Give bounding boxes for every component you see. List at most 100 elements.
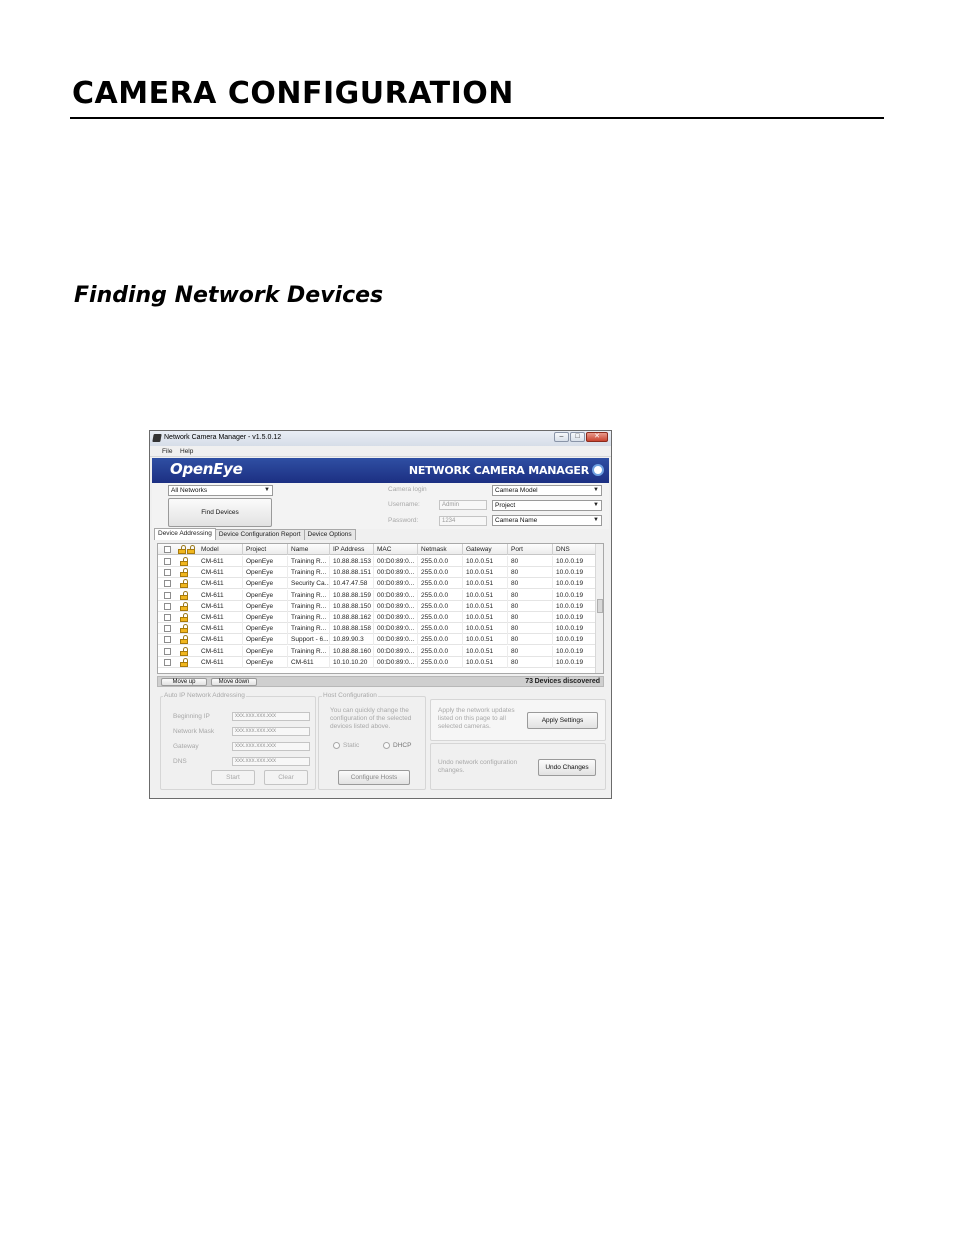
table-cell: 10.0.0.19 [553, 634, 596, 646]
table-cell: 10.0.0.19 [553, 645, 596, 657]
table-scrollbar[interactable] [595, 544, 603, 673]
table-cell: 255.0.0.0 [418, 656, 463, 668]
table-row[interactable]: CM-611 OpenEye Training R... 10.88.88.158 00… [158, 623, 596, 635]
table-cell: 255.0.0.0 [418, 578, 463, 590]
camera-name-filter[interactable]: Camera Name ▼ [492, 515, 602, 526]
dns-input[interactable]: xxx.xxx.xxx.xxx [232, 757, 310, 766]
column-header[interactable]: MAC [374, 544, 418, 555]
chevron-down-icon: ▼ [593, 487, 599, 493]
apply-settings-button[interactable]: Apply Settings [527, 712, 598, 729]
gateway-input[interactable]: xxx.xxx.xxx.xxx [232, 742, 310, 751]
column-header[interactable]: Name [288, 544, 330, 555]
table-cell: CM-611 [288, 656, 330, 668]
table-cell: 10.10.10.20 [330, 656, 374, 668]
table-cell: 10.0.0.51 [463, 600, 508, 612]
select-all-checkbox[interactable] [164, 546, 171, 553]
row-checkbox[interactable] [164, 658, 171, 666]
table-row[interactable]: CM-611 OpenEye Training R... 10.88.88.162 00… [158, 612, 596, 623]
row-checkbox[interactable] [164, 580, 171, 588]
table-cell: 10.0.0.19 [553, 623, 596, 635]
column-header[interactable]: Model [198, 544, 243, 555]
table-cell: OpenEye [243, 567, 288, 579]
project-filter[interactable]: Project ▼ [492, 500, 602, 511]
camera-login-label: Camera login [388, 486, 427, 493]
table-cell: 80 [508, 600, 553, 612]
row-checkbox[interactable] [164, 614, 171, 621]
password-field[interactable]: 1234 [439, 516, 487, 526]
scrollbar-thumb[interactable] [597, 599, 603, 613]
menu-help[interactable]: Help [180, 448, 193, 455]
table-cell: 80 [508, 567, 553, 579]
table-cell: 00:D0:89:0... [374, 645, 418, 657]
configure-hosts-button[interactable]: Configure Hosts [338, 770, 410, 785]
dhcp-radio[interactable] [383, 742, 390, 749]
device-table: Model Project Name IP Address MAC Netmask Gate… [157, 543, 604, 674]
host-config-title: Host Configuration [322, 692, 378, 699]
close-icon[interactable]: ✕ [586, 432, 608, 442]
column-header[interactable]: Gateway [463, 544, 508, 555]
table-cell: 255.0.0.0 [418, 589, 463, 601]
table-cell: 10.88.88.160 [330, 645, 374, 657]
table-row[interactable]: CM-611 OpenEye Training R... 10.88.88.151 00… [158, 567, 596, 579]
table-cell: CM-611 [198, 623, 243, 635]
table-cell: 10.88.88.153 [330, 556, 374, 567]
help-globe-icon[interactable] [592, 464, 604, 476]
row-checkbox[interactable] [164, 636, 171, 644]
row-checkbox[interactable] [164, 625, 171, 633]
undo-changes-button[interactable]: Undo Changes [538, 759, 596, 776]
column-header[interactable]: IP Address [330, 544, 374, 555]
move-down-button[interactable]: Move down [211, 678, 257, 686]
table-cell: 00:D0:89:0... [374, 600, 418, 612]
menu-bar: File Help [150, 446, 611, 457]
table-cell: 255.0.0.0 [418, 634, 463, 646]
table-row[interactable]: CM-611 OpenEye Support - 6... 10.89.90.3 00:… [158, 634, 596, 646]
table-cell: 10.0.0.51 [463, 556, 508, 567]
table-row[interactable]: CM-611 OpenEye Training R... 10.88.88.153 00… [158, 556, 596, 567]
column-header[interactable]: Port [508, 544, 553, 555]
table-cell: 00:D0:89:0... [374, 589, 418, 601]
table-cell: OpenEye [243, 645, 288, 657]
table-row[interactable]: CM-611 OpenEye CM-611 10.10.10.20 00:D0:89:0… [158, 656, 596, 668]
table-cell: 00:D0:89:0... [374, 556, 418, 567]
network-mask-label: Network Mask [173, 728, 215, 735]
menu-file[interactable]: File [162, 448, 172, 455]
window-title: Network Camera Manager - v1.5.0.12 [164, 434, 282, 441]
table-cell: CM-611 [198, 645, 243, 657]
static-radio[interactable] [333, 742, 340, 749]
column-header[interactable]: Netmask [418, 544, 463, 555]
network-mask-input[interactable]: xxx.xxx.xxx.xxx [232, 727, 310, 736]
username-field[interactable]: Admin [439, 500, 487, 510]
column-header[interactable]: Project [243, 544, 288, 555]
table-row[interactable]: CM-611 OpenEye Training R... 10.88.88.150 00… [158, 600, 596, 612]
camera-model-filter[interactable]: Camera Model ▼ [492, 485, 602, 496]
table-cell: 255.0.0.0 [418, 623, 463, 635]
minimize-icon[interactable]: – [554, 432, 569, 442]
dhcp-label: DHCP [393, 742, 412, 749]
move-up-button[interactable]: Move up [161, 678, 207, 686]
table-cell: 80 [508, 578, 553, 590]
tab-device-options[interactable]: Device Options [303, 529, 356, 540]
column-header[interactable]: DNS [553, 544, 596, 555]
network-select[interactable]: All Networks ▼ [168, 485, 273, 496]
find-devices-button[interactable]: Find Devices [168, 498, 272, 527]
table-row[interactable]: CM-611 OpenEye Training R... 10.88.88.159 00… [158, 589, 596, 601]
row-checkbox[interactable] [164, 602, 171, 610]
row-checkbox[interactable] [164, 591, 171, 599]
row-checkbox[interactable] [164, 569, 171, 577]
row-checkbox[interactable] [164, 558, 171, 565]
table-cell: 80 [508, 645, 553, 657]
maximize-icon[interactable]: □ [570, 432, 585, 442]
table-cell: 00:D0:89:0... [374, 623, 418, 635]
table-cell: CM-611 [198, 612, 243, 623]
table-cell: 00:D0:89:0... [374, 567, 418, 579]
row-checkbox[interactable] [164, 647, 171, 655]
table-cell: 00:D0:89:0... [374, 578, 418, 590]
tab-device-addressing[interactable]: Device Addressing [154, 528, 216, 540]
tab-device-configuration-report[interactable]: Device Configuration Report [214, 529, 305, 540]
table-row[interactable]: CM-611 OpenEye Security Ca... 10.47.47.58 00… [158, 578, 596, 590]
table-row[interactable]: CM-611 OpenEye Training R... 10.88.88.160 00… [158, 645, 596, 657]
openeye-logo: OpenEye [170, 460, 243, 478]
start-button[interactable]: Start [211, 770, 255, 785]
beginning-ip-input[interactable]: xxx.xxx.xxx.xxx [232, 712, 310, 721]
clear-button[interactable]: Clear [264, 770, 308, 785]
